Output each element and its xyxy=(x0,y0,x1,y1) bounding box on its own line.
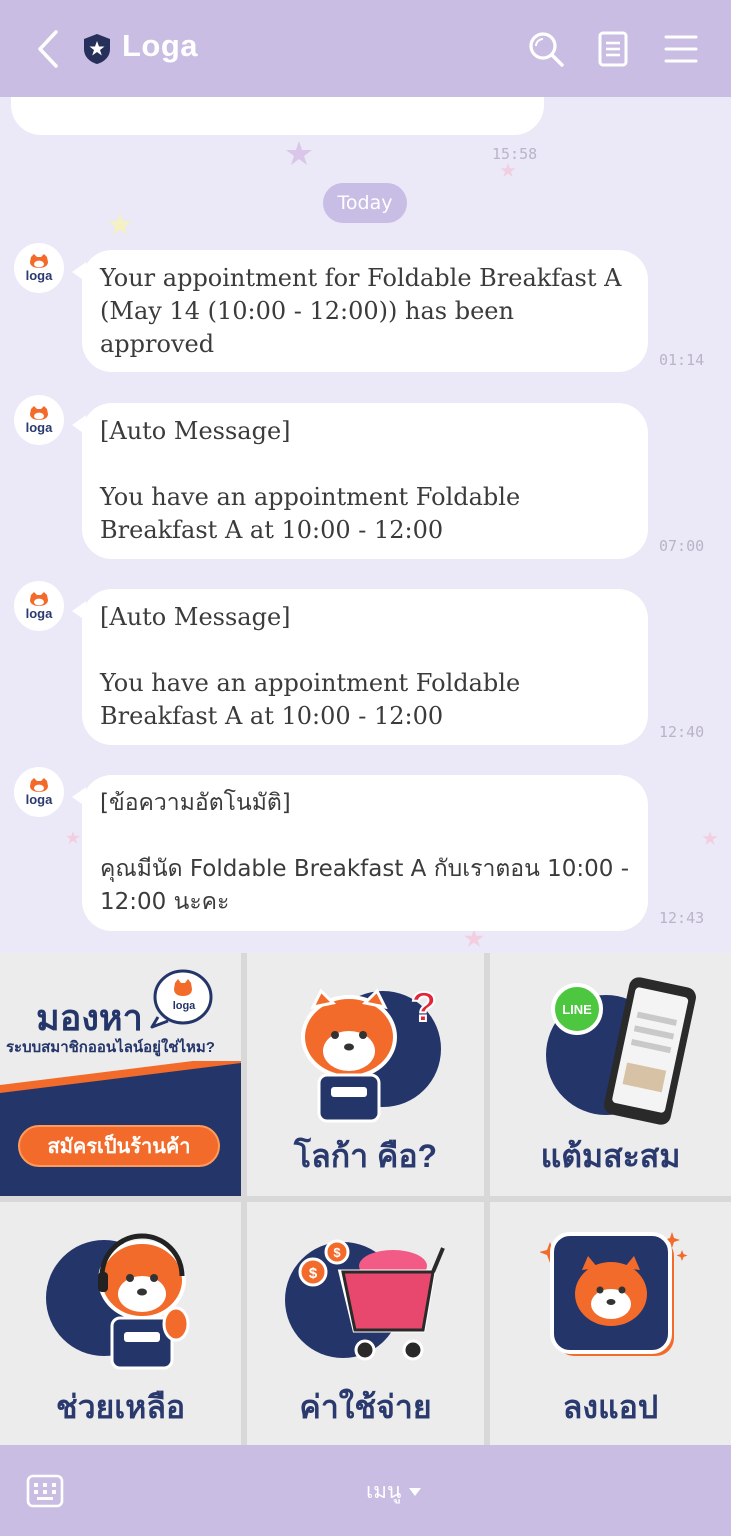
tile-download-app-label: ลงแอป xyxy=(562,1389,659,1425)
menu-icon[interactable] xyxy=(661,29,701,69)
keyboard-icon[interactable] xyxy=(26,1474,64,1508)
tiger-headset-icon xyxy=(46,1233,190,1370)
tile-cost[interactable]: $ $ ค่าใช้จ่าย xyxy=(247,1202,484,1445)
previous-message-bubble[interactable] xyxy=(11,97,544,135)
tile-help[interactable]: ช่วยเหลือ xyxy=(0,1202,241,1445)
star-decoration-icon xyxy=(500,163,516,177)
tile-about[interactable]: ? โลก้า คือ? xyxy=(247,953,484,1196)
register-store-tile[interactable]: มองหา loga ระบบสมาชิกออนไลน์อยู่ใช่ไหม? … xyxy=(0,953,241,1196)
promo-subtitle: ระบบสมาชิกออนไลน์อยู่ใช่ไหม? xyxy=(6,1039,215,1056)
avatar-label: loga xyxy=(25,268,53,283)
tile-download-app[interactable]: ลงแอป xyxy=(490,1202,731,1445)
avatar-label: loga xyxy=(25,792,53,807)
star-decoration-icon xyxy=(702,831,718,845)
message-bubble[interactable]: Your appointment for Foldable Breakfast … xyxy=(72,250,648,372)
back-arrow-icon[interactable] xyxy=(30,28,66,70)
avatar-label: loga xyxy=(25,420,53,435)
chat-area[interactable]: 15:58 Today loga Your appointment for Fo… xyxy=(0,97,731,953)
phone-line-icon: LINE xyxy=(546,977,696,1125)
caret-down-icon xyxy=(409,1487,422,1496)
message-time: 12:43 xyxy=(659,909,705,927)
shopping-cart-icon: $ $ xyxy=(285,1239,445,1361)
chat-title: Loga xyxy=(122,28,199,63)
promo-badge-label: loga xyxy=(172,1000,196,1012)
avatar[interactable]: loga xyxy=(14,243,64,293)
menu-toggle-button[interactable]: เมนู xyxy=(366,1475,422,1508)
svg-text:$: $ xyxy=(309,1265,318,1282)
star-decoration-icon xyxy=(66,831,80,844)
tile-points-label: แต้มสะสม xyxy=(540,1138,681,1174)
date-divider: Today xyxy=(323,183,407,223)
svg-text:$: $ xyxy=(333,1245,341,1260)
chat-header: Loga xyxy=(0,0,731,97)
shield-star-icon xyxy=(84,34,110,64)
message-time: 07:00 xyxy=(659,537,705,555)
message-time: 12:40 xyxy=(659,723,705,741)
menu-toggle-label: เมนู xyxy=(366,1479,402,1503)
rich-menu: มองหา loga ระบบสมาชิกออนไลน์อยู่ใช่ไหม? … xyxy=(0,953,731,1445)
message-bubble[interactable]: [Auto Message] You have an appointment F… xyxy=(72,403,648,559)
previous-message-time: 15:58 xyxy=(492,145,538,163)
tile-about-label: โลก้า คือ? xyxy=(293,1138,438,1174)
tiger-logo-icon xyxy=(30,406,48,420)
svg-text:?: ? xyxy=(411,983,437,1030)
notes-icon[interactable] xyxy=(593,29,633,69)
tiger-logo-icon xyxy=(30,592,48,606)
avatar[interactable]: loga xyxy=(14,395,64,445)
search-icon[interactable] xyxy=(526,29,566,69)
tiger-logo-icon xyxy=(30,254,48,268)
star-decoration-icon xyxy=(464,929,484,947)
star-decoration-icon xyxy=(286,141,312,165)
message-time: 01:14 xyxy=(659,351,705,369)
avatar-label: loga xyxy=(25,606,53,621)
star-decoration-icon xyxy=(108,213,132,235)
tile-cost-label: ค่าใช้จ่าย xyxy=(299,1389,432,1425)
svg-text:LINE: LINE xyxy=(562,1002,592,1017)
tiger-question-icon: ? xyxy=(301,982,441,1123)
app-tiger-icon xyxy=(540,1232,688,1356)
avatar[interactable]: loga xyxy=(14,581,64,631)
bottom-bar: เมนู xyxy=(0,1445,731,1536)
tile-help-label: ช่วยเหลือ xyxy=(55,1389,186,1425)
tiger-logo-icon xyxy=(30,778,48,792)
tile-points[interactable]: LINE แต้มสะสม xyxy=(490,953,731,1196)
loga-speech-bubble-icon xyxy=(150,969,213,1029)
avatar[interactable]: loga xyxy=(14,767,64,817)
message-bubble[interactable]: [Auto Message] You have an appointment F… xyxy=(72,589,648,745)
message-bubble[interactable]: [ข้อความอัตโนมัติ] คุณมีนัด Foldable Bre… xyxy=(72,775,648,931)
register-store-button[interactable]: สมัครเป็นร้านค้า xyxy=(18,1125,220,1167)
